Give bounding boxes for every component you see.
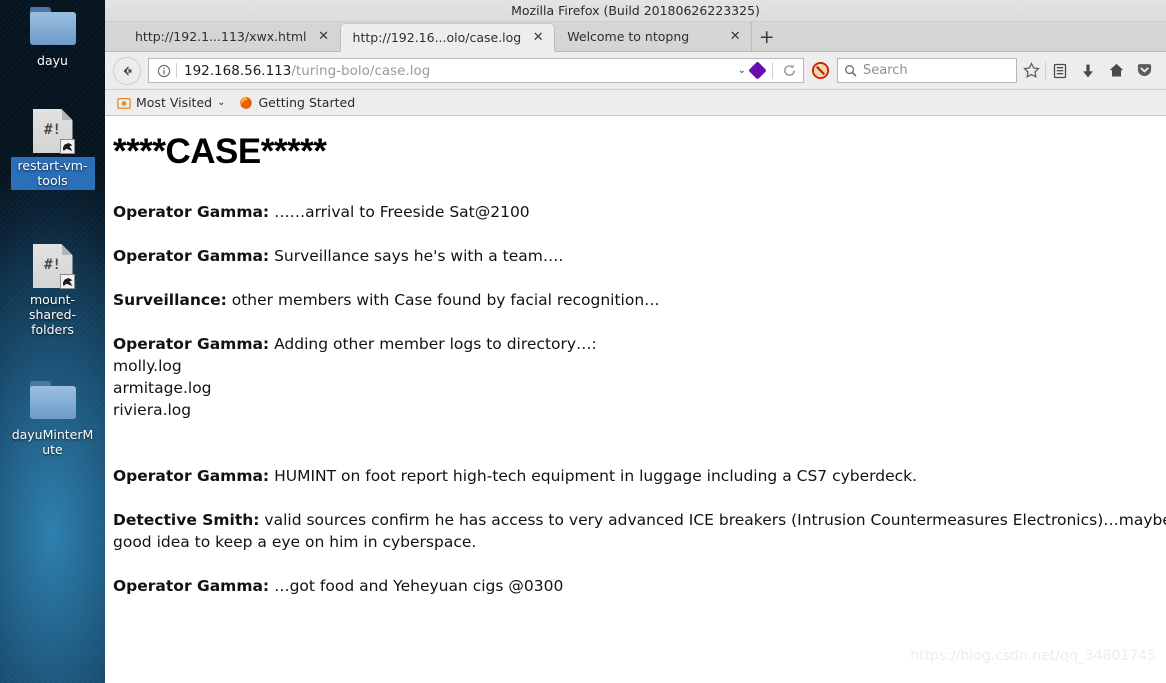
page-content: ****CASE***** Operator Gamma: ……arrival … [105,116,1166,672]
download-arrow-icon[interactable] [1074,57,1102,85]
desktop-icon-label: dayu [37,53,68,68]
log-speaker: Operator Gamma: [113,467,270,485]
folder-icon [29,4,77,48]
log-speaker: Operator Gamma: [113,577,270,595]
log-line: Operator Gamma: HUMINT on foot report hi… [113,465,1166,487]
log-text: HUMINT on foot report high-tech equipmen… [269,467,918,485]
log-speaker: Operator Gamma: [113,247,270,265]
log-line: Detective Smith: valid sources confirm h… [113,509,1166,553]
reload-icon[interactable] [777,63,801,78]
script-file-icon: #! [29,108,77,154]
close-icon[interactable]: ✕ [728,30,742,44]
url-separator [176,63,177,78]
most-visited-icon [117,97,131,109]
log-line: Surveillance: other members with Case fo… [113,289,1166,311]
close-icon[interactable]: ✕ [317,30,331,44]
chevron-down-icon[interactable]: ⌄ [735,65,749,76]
url-text: 192.168.56.113/turing-bolo/case.log [184,63,735,79]
toolbar-separator [772,62,773,79]
desktop-icon-label: restart-vm-tools [10,157,95,190]
tab-strip: http://192.1...113/xwx.html ✕ http://192… [105,22,1166,52]
close-icon[interactable]: ✕ [531,31,545,45]
window-titlebar: Mozilla Firefox (Build 20180626223325) [105,0,1166,22]
tab-label: http://192.1...113/xwx.html [135,29,307,44]
bookmark-label: Most Visited [136,95,213,110]
log-file-entry: armitage.log [113,379,212,397]
back-button[interactable] [113,56,141,85]
log-speaker: Operator Gamma: [113,335,270,353]
desktop-icon-dayu[interactable]: dayu [0,4,105,68]
page-title: ****CASE***** [113,132,327,171]
info-icon[interactable] [156,64,171,78]
tab-case-log[interactable]: http://192.16...olo/case.log ✕ [339,23,556,52]
log-text: Adding other member logs to directory…: [269,335,597,353]
tab-xwx-html[interactable]: http://192.1...113/xwx.html ✕ [123,22,340,51]
new-tab-button[interactable]: + [751,22,781,51]
log-line: Operator Gamma: Adding other member logs… [113,333,1166,355]
container-diamond-icon[interactable] [748,61,767,80]
desktop-icon-label: dayuMinterMute [11,427,94,457]
url-host: 192.168.56.113 [184,62,292,79]
desktop-icon-restart-vm-tools[interactable]: #! restart-vm-tools [0,108,105,190]
log-text: ……arrival to Freeside Sat@2100 [269,203,530,221]
search-input[interactable]: Search [837,58,1017,83]
window-title: Mozilla Firefox (Build 20180626223325) [511,3,760,18]
tab-label: http://192.16...olo/case.log [352,30,522,45]
log-line: Operator Gamma: …got food and Yeheyuan c… [113,575,1166,597]
url-bar[interactable]: 192.168.56.113/turing-bolo/case.log ⌄ [148,58,804,83]
back-arrow-icon [123,65,132,76]
log-speaker: Detective Smith: [113,511,260,529]
chevron-down-icon[interactable]: ⌄ [217,97,225,108]
watermark: https://blog.csdn.net/qq_34801745 [910,648,1156,664]
log-text: …got food and Yeheyuan cigs @0300 [269,577,564,595]
search-placeholder: Search [863,63,908,78]
noscript-blocked-icon[interactable] [807,61,833,80]
search-icon [845,65,857,77]
star-icon[interactable] [1017,57,1045,85]
bookmark-getting-started[interactable]: Getting Started [235,93,359,112]
script-file-icon: #! [29,243,77,289]
desktop-icon-mount-shared-folders[interactable]: #! mount-shared-folders [0,243,105,337]
desktop-icon-label: mount-shared-folders [28,292,77,337]
log-speaker: Surveillance: [113,291,227,309]
log-text: Surveillance says he's with a team…. [269,247,564,265]
screen: dayu #! restart-vm-tools #! mount-shared… [0,0,1166,683]
desktop-background[interactable]: dayu #! restart-vm-tools #! mount-shared… [0,0,105,683]
navigation-toolbar: 192.168.56.113/turing-bolo/case.log ⌄ Se… [105,52,1166,90]
desktop-icon-dayuminter-mute[interactable]: dayuMinterMute [0,378,105,457]
log-file-entry: molly.log [113,357,182,375]
folder-icon [29,378,77,422]
log-speaker: Operator Gamma: [113,203,270,221]
bookmarks-toolbar: Most Visited ⌄ Getting Started [105,90,1166,116]
tab-ntopng[interactable]: Welcome to ntopng ✕ [555,22,751,51]
log-line: Operator Gamma: ……arrival to Freeside Sa… [113,201,1166,223]
firefox-icon [240,96,253,109]
bookmark-label: Getting Started [258,95,356,110]
tab-label: Welcome to ntopng [567,29,690,44]
url-path: /turing-bolo/case.log [291,62,431,79]
log-text: other members with Case found by facial … [226,291,660,309]
pocket-icon[interactable] [1130,57,1158,85]
log-line: Operator Gamma: Surveillance says he's w… [113,245,1166,267]
library-icon[interactable] [1046,57,1074,85]
log-file-entry: riviera.log [113,401,192,419]
log-text: valid sources confirm he has access to v… [113,511,1166,551]
bookmark-most-visited[interactable]: Most Visited ⌄ [113,93,229,112]
home-icon[interactable] [1102,57,1130,85]
firefox-window: Mozilla Firefox (Build 20180626223325) h… [105,0,1166,683]
